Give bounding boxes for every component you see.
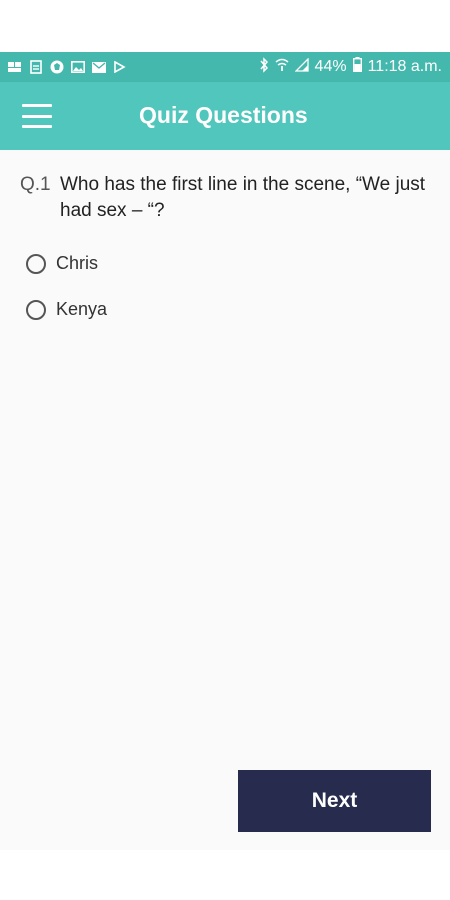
question-number: Q.1 [20,174,51,195]
bottom-blank-area [0,850,450,900]
status-bar: 44% 11:18 a.m. [0,52,450,82]
menu-icon[interactable] [22,104,56,128]
status-left-icons [8,60,127,74]
document-icon [29,60,43,74]
status-right-group: 44% 11:18 a.m. [259,56,442,78]
play-icon [113,60,127,74]
option-chris[interactable]: Chris [26,253,98,274]
status-time: 11:18 a.m. [367,58,442,75]
menu-line [22,125,52,128]
top-blank-area [0,0,450,52]
image-icon [71,60,85,74]
question-text: Who has the first line in the scene, “We… [60,174,426,221]
wifi-icon [275,58,289,77]
option-label: Kenya [56,299,108,319]
bluetooth-icon [259,56,269,78]
menu-line [22,114,52,118]
quiz-content: Q.1 Who has the first line in the scene,… [0,150,450,850]
next-button[interactable]: Next [238,770,431,832]
menu-line [22,104,52,107]
question: Q.1 Who has the first line in the scene,… [20,172,430,224]
shield-icon [50,60,64,74]
radio-button[interactable] [26,299,46,320]
option-kenya[interactable]: Kenya [26,299,107,320]
option-label: Chris [56,253,99,273]
battery-icon [352,57,362,77]
app-bar: Quiz Questions [0,82,450,150]
signal-icon [293,56,309,77]
notification-icon [8,60,22,74]
page-title: Quiz Questions [139,102,308,128]
radio-button[interactable] [26,253,46,274]
battery-percent: 44% [314,58,347,75]
mail-icon [92,60,106,74]
